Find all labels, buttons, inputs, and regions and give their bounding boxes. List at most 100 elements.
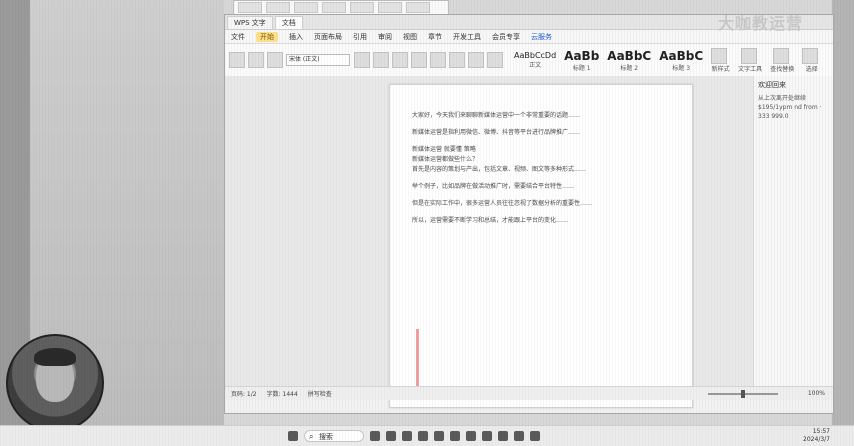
align-left-icon[interactable] [430,52,446,68]
menu-dev-tools[interactable]: 开发工具 [453,32,481,42]
ribbon-item-label: 文字工具 [738,65,763,73]
status-page: 页码: 1/2 [231,391,257,398]
menu-insert[interactable]: 插入 [289,32,303,42]
italic-icon[interactable] [373,52,389,68]
background-desktop-right [832,0,854,426]
doc-paragraph[interactable]: 大家好，今天我们来聊聊新媒体运营中一个非常重要的话题…… [390,111,692,121]
wps-writer-window: WPS 文字 文档 大咖教运营 文件 开始 插入 页面布局 引用 审阅 视图 章… [224,14,834,414]
style-heading-1[interactable]: AaBb 标题 1 [564,49,599,72]
text-tools-icon [740,47,757,64]
app-icon[interactable] [370,431,380,441]
doc-paragraph[interactable]: 新媒体运营都做些什么？ [390,155,692,165]
title-bar: WPS 文字 文档 大咖教运营 [225,14,833,33]
side-panel: 欢迎回来 从上次离开处继续 $195/1ypm nd from · 333 99… [753,76,833,400]
ribbon-select[interactable]: 选择 [802,47,821,73]
bold-icon[interactable] [354,52,370,68]
select-icon [802,47,819,64]
doc-paragraph[interactable]: 首先是内容的策划与产出，包括文章、视频、图文等多种形式…… [390,165,692,175]
style-sample-text: AaBb [564,48,600,63]
app-icon[interactable] [402,431,412,441]
side-panel-title: 欢迎回来 [758,81,786,89]
thumbnail-item[interactable] [238,2,262,13]
doc-paragraph[interactable]: 新媒体运营 就要懂 策略 [390,145,692,155]
tab-wps[interactable]: WPS 文字 [227,15,273,29]
style-label: 标题 2 [620,64,639,72]
style-label: 标题 3 [672,64,691,72]
style-heading-2[interactable]: AaBbC 标题 2 [607,49,651,72]
zoom-slider-knob[interactable] [740,389,745,398]
menu-home[interactable]: 开始 [256,31,278,42]
thumbnail-item[interactable] [322,2,346,13]
doc-paragraph[interactable]: 所以，运营需要不断学习和总结，才能跟上平台的变化…… [390,216,692,226]
status-words[interactable]: 字数: 1444 [267,389,298,398]
thumbnail-item[interactable] [378,2,402,13]
style-heading-3[interactable]: AaBbC 标题 3 [659,49,703,72]
side-panel-item[interactable]: 从上次离开处继续 [758,94,829,103]
app-icon[interactable] [386,431,396,441]
style-sample-text: AaBbC [659,48,704,63]
zoom-slider[interactable] [707,389,778,398]
find-replace-icon [772,47,789,64]
ribbon-item-label: 新样式 [711,65,730,73]
menu-member[interactable]: 会员专享 [492,32,520,42]
app-icon[interactable] [498,431,508,441]
thumbnail-item[interactable] [350,2,374,13]
app-icon[interactable] [514,431,524,441]
app-icon[interactable] [530,431,540,441]
doc-paragraph[interactable]: 新媒体运营是指利用微信、微博、抖音等平台进行品牌推广…… [390,128,692,138]
revision-marker [416,329,419,389]
status-spellcheck[interactable]: 拼写检查 [308,389,332,398]
underline-icon[interactable] [392,52,408,68]
new-style-icon [711,47,728,64]
taskbar-clock[interactable]: 15:57 2024/3/7 [803,428,830,444]
font-color-icon[interactable] [411,52,427,68]
menu-layout[interactable]: 页面布局 [314,32,342,42]
ribbon-item-label: 查找替换 [770,65,795,73]
paste-icon[interactable] [229,52,245,68]
app-icon[interactable] [482,431,492,441]
ribbon-toolbar: 宋体 (正文) AaBbCcDd 正文 AaBb 标题 1 AaBbC 标题 2… [225,44,833,77]
app-icon[interactable] [450,431,460,441]
tab-document[interactable]: 文档 [274,15,303,29]
start-icon[interactable] [288,431,298,441]
style-label: 正文 [529,62,542,69]
menu-references[interactable]: 引用 [353,32,367,42]
bullets-icon[interactable] [487,52,503,68]
cut-icon[interactable] [248,52,264,68]
line-spacing-icon[interactable] [468,52,484,68]
style-sample-text: AaBbCcDd [514,51,557,60]
font-name-select[interactable]: 宋体 (正文) [286,54,350,66]
document-area[interactable]: 大家好，今天我们来聊聊新媒体运营中一个非常重要的话题…… 新媒体运营是指利用微信… [225,76,833,408]
ribbon-find-replace[interactable]: 查找替换 [770,47,795,73]
watermark-brand: 大咖教运营 [717,14,803,33]
app-icon[interactable] [466,431,476,441]
taskbar-search[interactable]: 搜索 [304,430,364,443]
format-painter-icon[interactable] [267,52,283,68]
menu-section[interactable]: 章节 [428,32,442,42]
thumbnail-item[interactable] [406,2,430,13]
document-page[interactable]: 大家好，今天我们来聊聊新媒体运营中一个非常重要的话题…… 新媒体运营是指利用微信… [389,84,693,408]
presenter-hair [34,348,76,366]
status-zoom[interactable]: 100% [808,390,825,397]
menu-view[interactable]: 视图 [403,32,417,42]
menu-cloud[interactable]: 云服务 [531,32,552,42]
taskbar: 搜索 15:57 2024/3/7 [0,425,854,446]
menu-file[interactable]: 文件 [231,32,245,42]
align-center-icon[interactable] [449,52,465,68]
ribbon-new-style[interactable]: 新样式 [711,47,730,73]
doc-paragraph[interactable]: 但是在实际工作中，很多运营人员往往忽视了数据分析的重要性…… [390,199,692,209]
app-icon[interactable] [434,431,444,441]
thumbnail-item[interactable] [294,2,318,13]
style-label: 标题 1 [572,64,591,72]
app-icon[interactable] [418,431,428,441]
presenter-webcam [6,334,104,432]
thumbnail-item[interactable] [266,2,290,13]
clock-time: 15:57 [812,428,830,435]
status-bar: 页码: 1/2 字数: 1444 拼写检查 100% [225,386,833,400]
doc-paragraph[interactable]: 举个例子，比如品牌在做活动推广时，需要结合平台特性…… [390,182,692,192]
style-sample-text: AaBbC [607,48,652,63]
ribbon-text-tools[interactable]: 文字工具 [738,47,763,73]
side-panel-item[interactable]: $195/1ypm nd from · 333 999.0 [758,103,829,121]
style-normal[interactable]: AaBbCcDd 正文 [514,51,556,69]
menu-review[interactable]: 审阅 [378,32,392,42]
